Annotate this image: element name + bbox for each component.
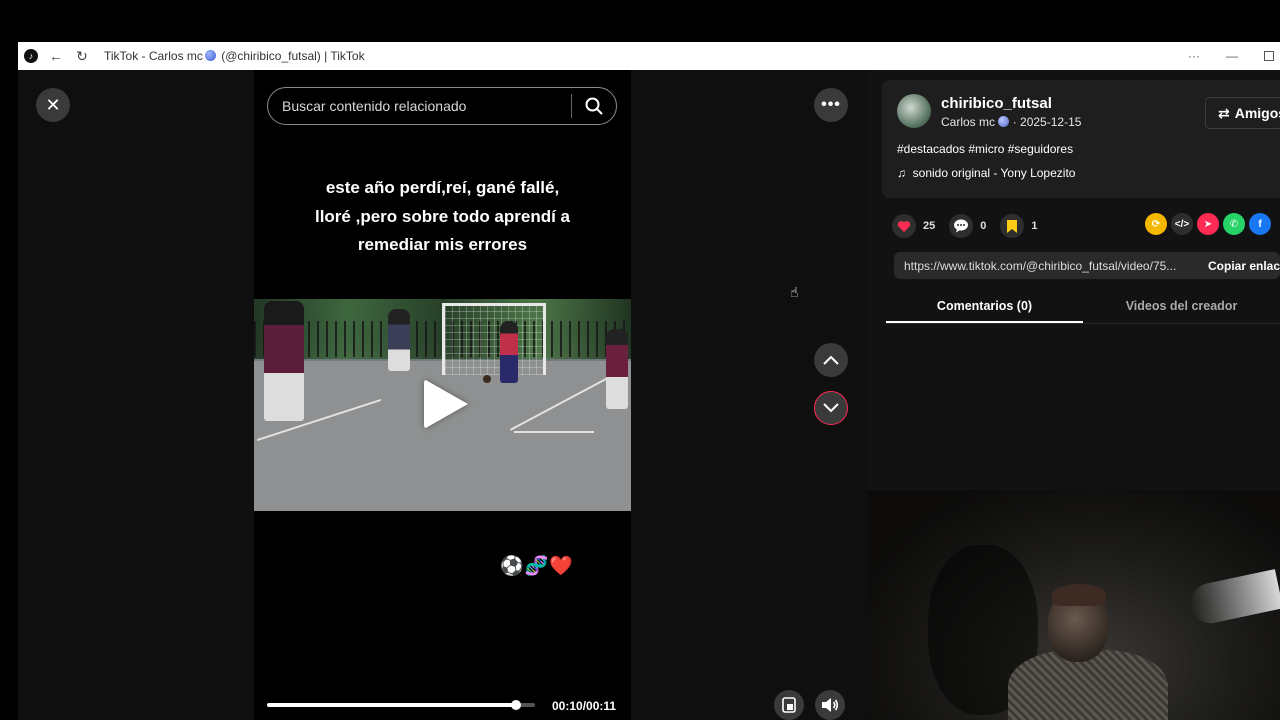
avatar[interactable] <box>897 94 931 128</box>
share-link-box: https://www.tiktok.com/@chiribico_futsal… <box>894 252 1280 279</box>
sound-link[interactable]: ♫ sonido original - Yony Lopezito <box>897 166 1075 180</box>
player-figure <box>388 309 410 371</box>
panel-tabs: Comentarios (0) Videos del creador <box>886 292 1280 324</box>
progress-knob[interactable] <box>511 700 522 710</box>
time-display: 00:10/00:11 <box>552 699 617 713</box>
embed-icon[interactable]: </> <box>1171 213 1193 235</box>
browser-menu-button[interactable]: ··· <box>1188 49 1200 63</box>
tiktok-logo-icon: ♪ <box>24 49 38 63</box>
video-player-area: ✕ Buscar contenido relacionado este año … <box>18 70 868 720</box>
bookmark-icon <box>1000 214 1025 238</box>
friends-button[interactable]: ⇄ Amigos <box>1205 97 1280 129</box>
copy-link-button[interactable]: Copiar enlace <box>1190 259 1280 273</box>
author-meta: Carlos mc · 2025-12-15 <box>941 115 1081 129</box>
caption-line: remediar mis errores <box>357 235 528 254</box>
more-options-button[interactable]: ••• <box>814 88 848 122</box>
window-title-text: TikTok - Carlos mc <box>104 49 203 63</box>
music-note-icon: ♫ <box>897 166 906 180</box>
webcam-overlay <box>868 490 1280 720</box>
search-button[interactable] <box>572 88 616 124</box>
ellipsis-icon: ••• <box>821 96 841 113</box>
friends-label: Amigos <box>1234 105 1280 121</box>
sound-name: sonido original - Yony Lopezito <box>912 166 1076 180</box>
person-cap <box>1052 584 1106 606</box>
close-button[interactable]: ✕ <box>36 88 70 122</box>
swap-arrows-icon: ⇄ <box>1218 104 1230 121</box>
speaker-icon <box>822 698 839 712</box>
heart-icon <box>892 214 916 238</box>
light-reflection <box>1186 569 1280 627</box>
volume-button[interactable] <box>815 690 845 720</box>
maximize-button[interactable] <box>1264 51 1274 61</box>
player-figure <box>264 301 304 421</box>
chevron-up-icon <box>823 355 839 365</box>
save-button[interactable]: 1 <box>1000 214 1038 238</box>
back-arrow-icon[interactable]: ← <box>48 48 64 64</box>
ball <box>483 375 491 383</box>
play-icon[interactable] <box>424 379 468 429</box>
video-details-panel: chiribico_futsal Carlos mc · 2025-12-15 … <box>868 70 1280 490</box>
close-icon: ✕ <box>45 94 61 115</box>
video-column: Buscar contenido relacionado este año pe… <box>254 70 631 720</box>
picture-in-picture-button[interactable] <box>774 690 804 720</box>
action-bar: 25 0 1 <box>892 214 1052 238</box>
comment-icon <box>949 214 974 238</box>
like-count: 25 <box>923 220 936 232</box>
send-icon[interactable]: ➤ <box>1197 213 1219 235</box>
post-date: · 2025-12-15 <box>1012 115 1082 129</box>
video-url[interactable]: https://www.tiktok.com/@chiribico_futsal… <box>894 259 1190 273</box>
chevron-down-icon <box>823 403 839 413</box>
search-input[interactable]: Buscar contenido relacionado <box>268 98 571 114</box>
search-bar[interactable]: Buscar contenido relacionado <box>267 87 617 125</box>
like-button[interactable]: 25 <box>892 214 935 238</box>
window-title-suffix: (@chiribico_futsal) | TikTok <box>221 49 365 63</box>
video-frame[interactable] <box>254 299 631 511</box>
caption-line: este año perdí,reí, gané fallé, <box>325 178 560 197</box>
emoji-sticker: ⚽🧬❤️ <box>500 556 574 577</box>
player-figure <box>606 329 628 409</box>
previous-video-button[interactable] <box>814 343 848 377</box>
tab-comments[interactable]: Comentarios (0) <box>886 292 1083 323</box>
court-line <box>514 431 594 433</box>
share-options: ⟳ </> ➤ ✆ f <box>1145 213 1271 235</box>
tab-creator-videos[interactable]: Videos del creador <box>1083 292 1280 323</box>
repost-icon[interactable]: ⟳ <box>1145 213 1167 235</box>
whatsapp-icon[interactable]: ✆ <box>1223 213 1245 235</box>
search-icon <box>585 97 603 115</box>
window-title: TikTok - Carlos mc (@chiribico_futsal) |… <box>104 49 365 63</box>
author-display-name: Carlos mc <box>941 115 996 129</box>
goal-net <box>442 303 546 375</box>
reload-icon[interactable]: ↻ <box>74 48 90 64</box>
save-count: 1 <box>1031 220 1038 232</box>
window-controls: ··· — <box>1188 42 1280 70</box>
caption-line: lloré ,pero sobre todo aprendí a <box>314 206 571 226</box>
video-caption: este año perdí,reí, gané fallé, lloré ,p… <box>254 174 631 260</box>
globe-icon <box>204 50 216 61</box>
mouse-cursor-icon: ☝ <box>790 284 799 300</box>
browser-titlebar: ♪ ← ↻ TikTok - Carlos mc (@chiribico_fut… <box>18 42 1280 70</box>
progress-bar[interactable] <box>267 700 535 710</box>
comment-button[interactable]: 0 <box>949 214 986 238</box>
hashtags[interactable]: #destacados #micro #seguidores <box>897 142 1073 156</box>
progress-fill <box>267 703 517 707</box>
author-card: chiribico_futsal Carlos mc · 2025-12-15 … <box>882 80 1280 198</box>
player-figure <box>500 321 518 383</box>
author-username[interactable]: chiribico_futsal <box>941 95 1052 112</box>
globe-icon <box>998 116 1010 127</box>
minimize-button[interactable]: — <box>1226 49 1238 63</box>
facebook-icon[interactable]: f <box>1249 213 1271 235</box>
next-video-button[interactable] <box>814 391 848 425</box>
floating-player-icon <box>782 697 796 713</box>
comment-count: 0 <box>980 220 987 232</box>
